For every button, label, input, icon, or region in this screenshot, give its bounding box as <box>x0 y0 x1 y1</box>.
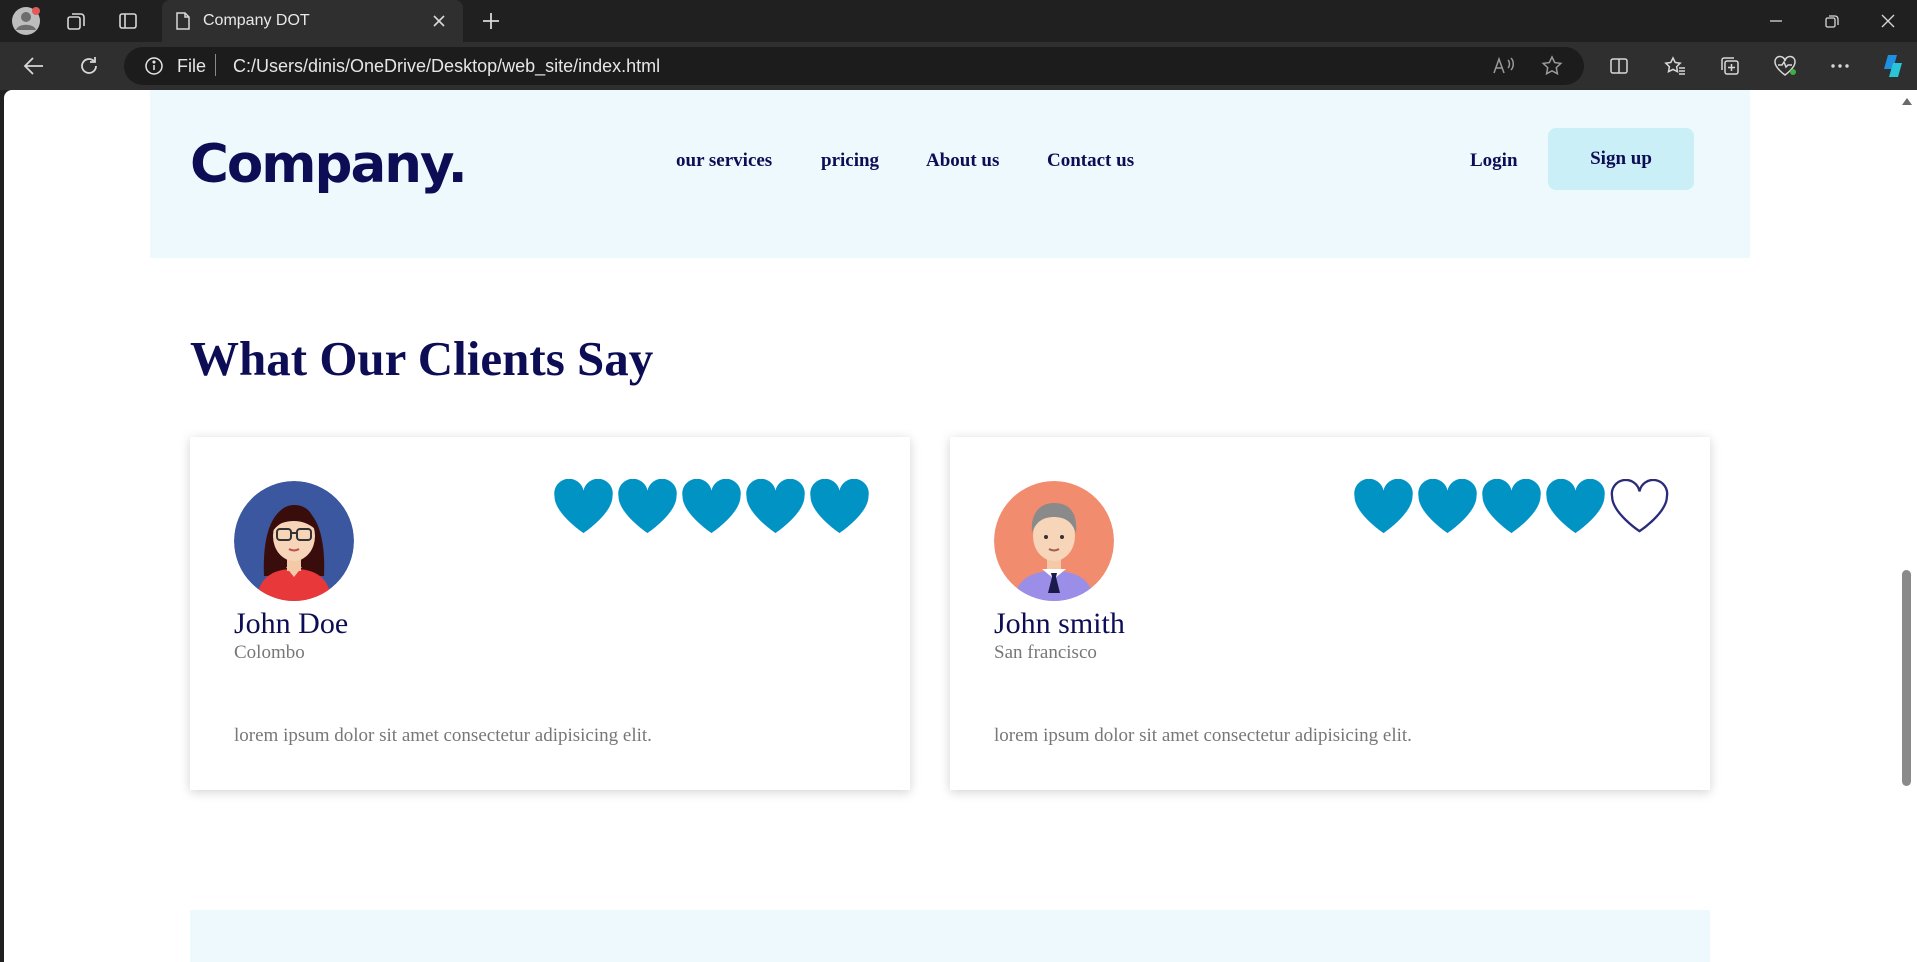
client-name: John Doe <box>234 607 349 640</box>
profile-icon[interactable] <box>10 5 42 37</box>
client-location: San francisco <box>994 642 1097 663</box>
browser-toolbar: File C:/Users/dinis/OneDrive/Desktop/web… <box>0 42 1917 90</box>
window-close-icon[interactable] <box>1876 10 1900 32</box>
testimonial-card: John smith San francisco lorem ipsum dol… <box>950 437 1710 790</box>
minimize-icon[interactable] <box>1764 10 1788 32</box>
client-name: John smith <box>994 607 1125 640</box>
heart-icon <box>554 479 613 534</box>
close-icon[interactable] <box>430 12 448 30</box>
tab-title: Company DOT <box>203 12 310 29</box>
scroll-up-arrow-icon[interactable] <box>1902 98 1912 105</box>
client-quote: lorem ipsum dolor sit amet consectetur a… <box>994 725 1412 746</box>
collections-icon[interactable] <box>1717 54 1743 78</box>
login-link[interactable]: Login <box>1470 150 1518 172</box>
heart-icon <box>618 479 677 534</box>
rating-hearts <box>552 479 871 535</box>
url-separator <box>215 54 216 76</box>
favorite-star-icon[interactable] <box>1540 55 1564 77</box>
heart-icon <box>682 479 741 534</box>
signup-button[interactable]: Sign up <box>1548 128 1694 190</box>
browser-tab-bar: Company DOT <box>0 0 1917 42</box>
address-bar[interactable]: File C:/Users/dinis/OneDrive/Desktop/web… <box>124 47 1584 85</box>
tab-actions-icon[interactable] <box>114 8 142 34</box>
client-quote: lorem ipsum dolor sit amet consectetur a… <box>234 725 652 746</box>
nav-link-contact-us[interactable]: Contact us <box>1047 150 1134 172</box>
client-location: Colombo <box>234 642 305 663</box>
workspaces-icon[interactable] <box>62 8 90 34</box>
heart-icon <box>746 479 805 534</box>
heart-icon <box>1354 479 1413 534</box>
split-screen-icon[interactable] <box>1606 54 1632 78</box>
copilot-icon[interactable] <box>1878 51 1908 81</box>
nav-link-our-services[interactable]: our services <box>676 150 772 172</box>
heart-icon <box>810 479 869 534</box>
info-icon[interactable] <box>144 56 164 76</box>
site-header: Company. our services pricing About us C… <box>150 90 1750 258</box>
new-tab-icon[interactable] <box>478 8 504 34</box>
site-logo[interactable]: Company. <box>190 134 468 195</box>
next-section <box>190 910 1710 962</box>
scrollbar[interactable] <box>1897 90 1917 962</box>
url-scheme: File <box>177 56 207 76</box>
active-tab[interactable]: Company DOT <box>162 0 463 42</box>
scrollbar-thumb[interactable] <box>1902 570 1911 786</box>
rating-hearts <box>1352 479 1671 535</box>
page-viewport: Company. our services pricing About us C… <box>4 90 1897 962</box>
testimonial-card: John Doe Colombo lorem ipsum dolor sit a… <box>190 437 910 790</box>
testimonials-title: What Our Clients Say <box>190 331 654 386</box>
avatar <box>234 481 354 601</box>
refresh-icon[interactable] <box>75 53 103 79</box>
more-icon[interactable] <box>1827 54 1853 78</box>
heart-icon <box>1482 479 1541 534</box>
heart-icon <box>1418 479 1477 534</box>
nav-link-pricing[interactable]: pricing <box>821 150 879 172</box>
browser-essentials-icon[interactable] <box>1772 54 1798 78</box>
url-text[interactable]: C:/Users/dinis/OneDrive/Desktop/web_site… <box>233 56 660 77</box>
restore-icon[interactable] <box>1820 10 1844 32</box>
heart-icon <box>1610 479 1669 533</box>
favorites-icon[interactable] <box>1662 54 1688 78</box>
page-icon <box>174 11 192 31</box>
read-aloud-icon[interactable] <box>1492 56 1516 76</box>
avatar <box>994 481 1114 601</box>
nav-link-about-us[interactable]: About us <box>926 150 999 172</box>
back-icon[interactable] <box>20 53 48 79</box>
heart-icon <box>1546 479 1605 534</box>
